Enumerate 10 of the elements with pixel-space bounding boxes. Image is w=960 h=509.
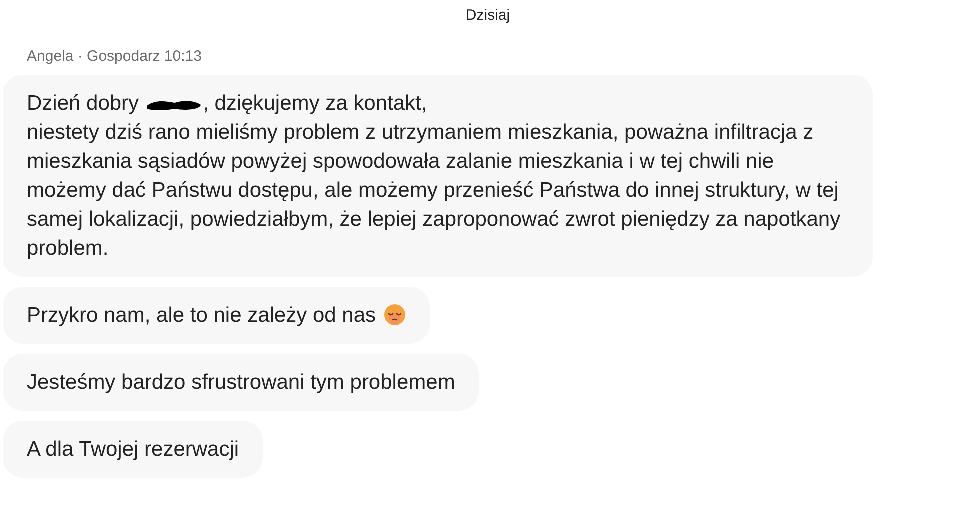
message-text: Jesteśmy bardzo sfrustrowani tym problemem [27, 370, 456, 394]
message-time: 10:13 [164, 47, 202, 67]
sad-emoji-icon [384, 304, 406, 326]
message-text: niestety dziś rano mieliśmy problem z utrzymaniem mieszkania, poważna infiltracja z mieszkania sąsiadów powyżej spowodowała zalanie mieszkania i w tej chwili nie możemy dać Państwu dostępu, ale możemy przenieść Państwa do innej struktury, w tej samej lokalizacji, powiedziałbym, że lepiej zaproponować zwrot pieniędzy za napotkany problem. [27, 120, 842, 262]
sender-name: Angela · Gospodarz [27, 47, 160, 67]
message-text: , dziękujemy za kontakt, [203, 90, 428, 116]
message-text: Dzień dobry [27, 90, 140, 116]
day-label: Dzisiaj [464, 6, 512, 26]
message-text: Przykro nam, ale to nie zależy od nas [27, 302, 376, 328]
message-text: A dla Twojej rezerwacji [27, 438, 240, 460]
